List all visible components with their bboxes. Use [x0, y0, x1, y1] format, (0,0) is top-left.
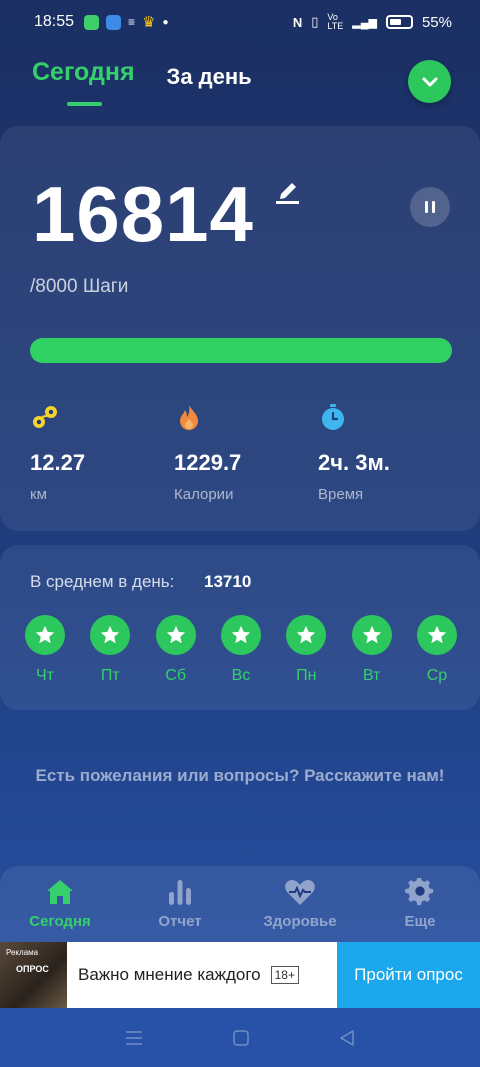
active-tab-indicator	[67, 102, 102, 106]
home-square-icon[interactable]	[232, 1029, 250, 1047]
time-label: Время	[318, 486, 364, 503]
dropdown-button[interactable]	[408, 60, 451, 103]
crown-icon: ♛	[142, 14, 156, 31]
nav-label: Еще	[404, 913, 436, 930]
bottom-navigation: Сегодня Отчет Здоровье Еще	[0, 866, 480, 942]
ad-text: Важно мнение каждого	[78, 965, 261, 984]
pause-button[interactable]	[410, 187, 450, 227]
ad-tag: Реклама	[6, 948, 39, 957]
day-label: Пт	[100, 667, 120, 684]
star-icon	[101, 625, 120, 644]
day-label: Чт	[36, 667, 54, 684]
battery-level: 55%	[421, 13, 452, 31]
nav-label: Отчет	[158, 913, 202, 930]
star-icon	[362, 625, 381, 644]
day-item[interactable]: Пт	[90, 615, 131, 685]
time-value: 2ч. 3м.	[318, 450, 390, 475]
nav-today[interactable]: Сегодня	[0, 866, 120, 942]
ad-cta-button[interactable]: Пройти опрос	[337, 942, 480, 1008]
notification-icons: ≡ ♛ ●	[84, 13, 169, 31]
nfc-icon: N	[292, 14, 303, 30]
day-label: Сб	[165, 667, 187, 684]
nav-report[interactable]: Отчет	[120, 866, 240, 942]
nav-more[interactable]: Еще	[360, 866, 480, 942]
status-bar: 18:55 ≡ ♛ ● N ▯ Vo LTE ▂▄▆ 55%	[0, 0, 480, 44]
steps-progress-fill	[30, 338, 452, 363]
home-icon	[47, 880, 73, 904]
chevron-down-icon	[422, 77, 437, 86]
star-icon	[297, 625, 316, 644]
star-icon	[35, 625, 55, 644]
ad-age-rating: 18+	[270, 966, 299, 984]
star-icon	[231, 625, 251, 644]
star-icon	[166, 625, 185, 644]
average-value: 13710	[204, 572, 252, 591]
gear-icon	[405, 878, 434, 906]
fire-icon	[180, 405, 198, 430]
day-item[interactable]: Пн	[286, 615, 327, 685]
distance-icon	[33, 406, 57, 428]
distance-value: 12.27	[30, 450, 86, 475]
app-notification-icon	[84, 14, 100, 30]
dot-icon: ●	[162, 16, 169, 28]
weekday-row: Чт Пт Сб Вс Пн Вт Ср	[25, 615, 457, 685]
back-icon[interactable]	[338, 1029, 356, 1047]
day-item[interactable]: Чт	[25, 615, 65, 685]
volte-icon: Vo LTE	[327, 12, 344, 31]
day-label: Вт	[362, 667, 381, 684]
day-item[interactable]: Ср	[416, 615, 457, 685]
heart-pulse-icon	[285, 880, 315, 905]
average-label: В среднем в день:	[30, 572, 175, 591]
calories-label: Калории	[174, 486, 234, 503]
day-label: Вс	[231, 667, 251, 684]
step-count: 16814	[32, 170, 254, 258]
ad-text-area[interactable]: Важно мнение каждого 18+	[67, 942, 329, 1008]
pause-icon	[425, 201, 428, 213]
edit-icon[interactable]	[275, 177, 301, 210]
nav-health[interactable]: Здоровье	[240, 866, 360, 942]
day-item[interactable]: Сб	[155, 615, 196, 685]
day-label: Пн	[296, 667, 317, 684]
status-time: 18:55	[34, 13, 75, 30]
signal-icon: ▂▄▆	[352, 16, 377, 29]
app-notification-icon	[106, 14, 122, 30]
stat-time: 2ч. 3м. Время	[318, 402, 390, 503]
distance-label: км	[30, 486, 47, 503]
battery-icon	[385, 15, 413, 29]
star-icon	[427, 625, 447, 644]
system-navigation-bar	[0, 1008, 480, 1067]
feedback-link[interactable]: Есть пожелания или вопросы? Расскажите н…	[30, 764, 450, 787]
system-icons: N ▯ Vo LTE ▂▄▆ 55%	[293, 13, 452, 31]
menu-icon[interactable]	[124, 1029, 144, 1047]
day-item[interactable]: Вт	[351, 615, 392, 685]
nav-label: Здоровье	[263, 913, 337, 930]
tab-daily[interactable]: За день	[167, 64, 252, 90]
step-goal: /8000 Шаги	[30, 276, 129, 297]
menu-notification-icon: ≡	[128, 15, 136, 29]
ad-banner[interactable]: Реклама ОПРОС Важно мнение каждого 18+ П…	[0, 942, 480, 1008]
day-label: Ср	[426, 667, 448, 684]
calories-value: 1229.7	[174, 450, 242, 475]
steps-progress-bar	[30, 338, 452, 363]
vibrate-icon: ▯	[311, 14, 319, 29]
ad-thumbnail[interactable]: Реклама ОПРОС	[0, 942, 67, 1008]
top-tabs: Сегодня За день	[32, 58, 252, 90]
tab-today[interactable]: Сегодня	[32, 58, 135, 87]
nav-label: Сегодня	[29, 913, 91, 930]
stat-calories: 1229.7 Калории	[174, 402, 241, 503]
stat-distance: 12.27 км	[30, 402, 85, 503]
ad-thumb-text: ОПРОС	[16, 964, 49, 974]
stopwatch-icon	[322, 404, 344, 430]
bar-chart-icon	[169, 880, 191, 905]
day-item[interactable]: Вс	[220, 615, 261, 685]
